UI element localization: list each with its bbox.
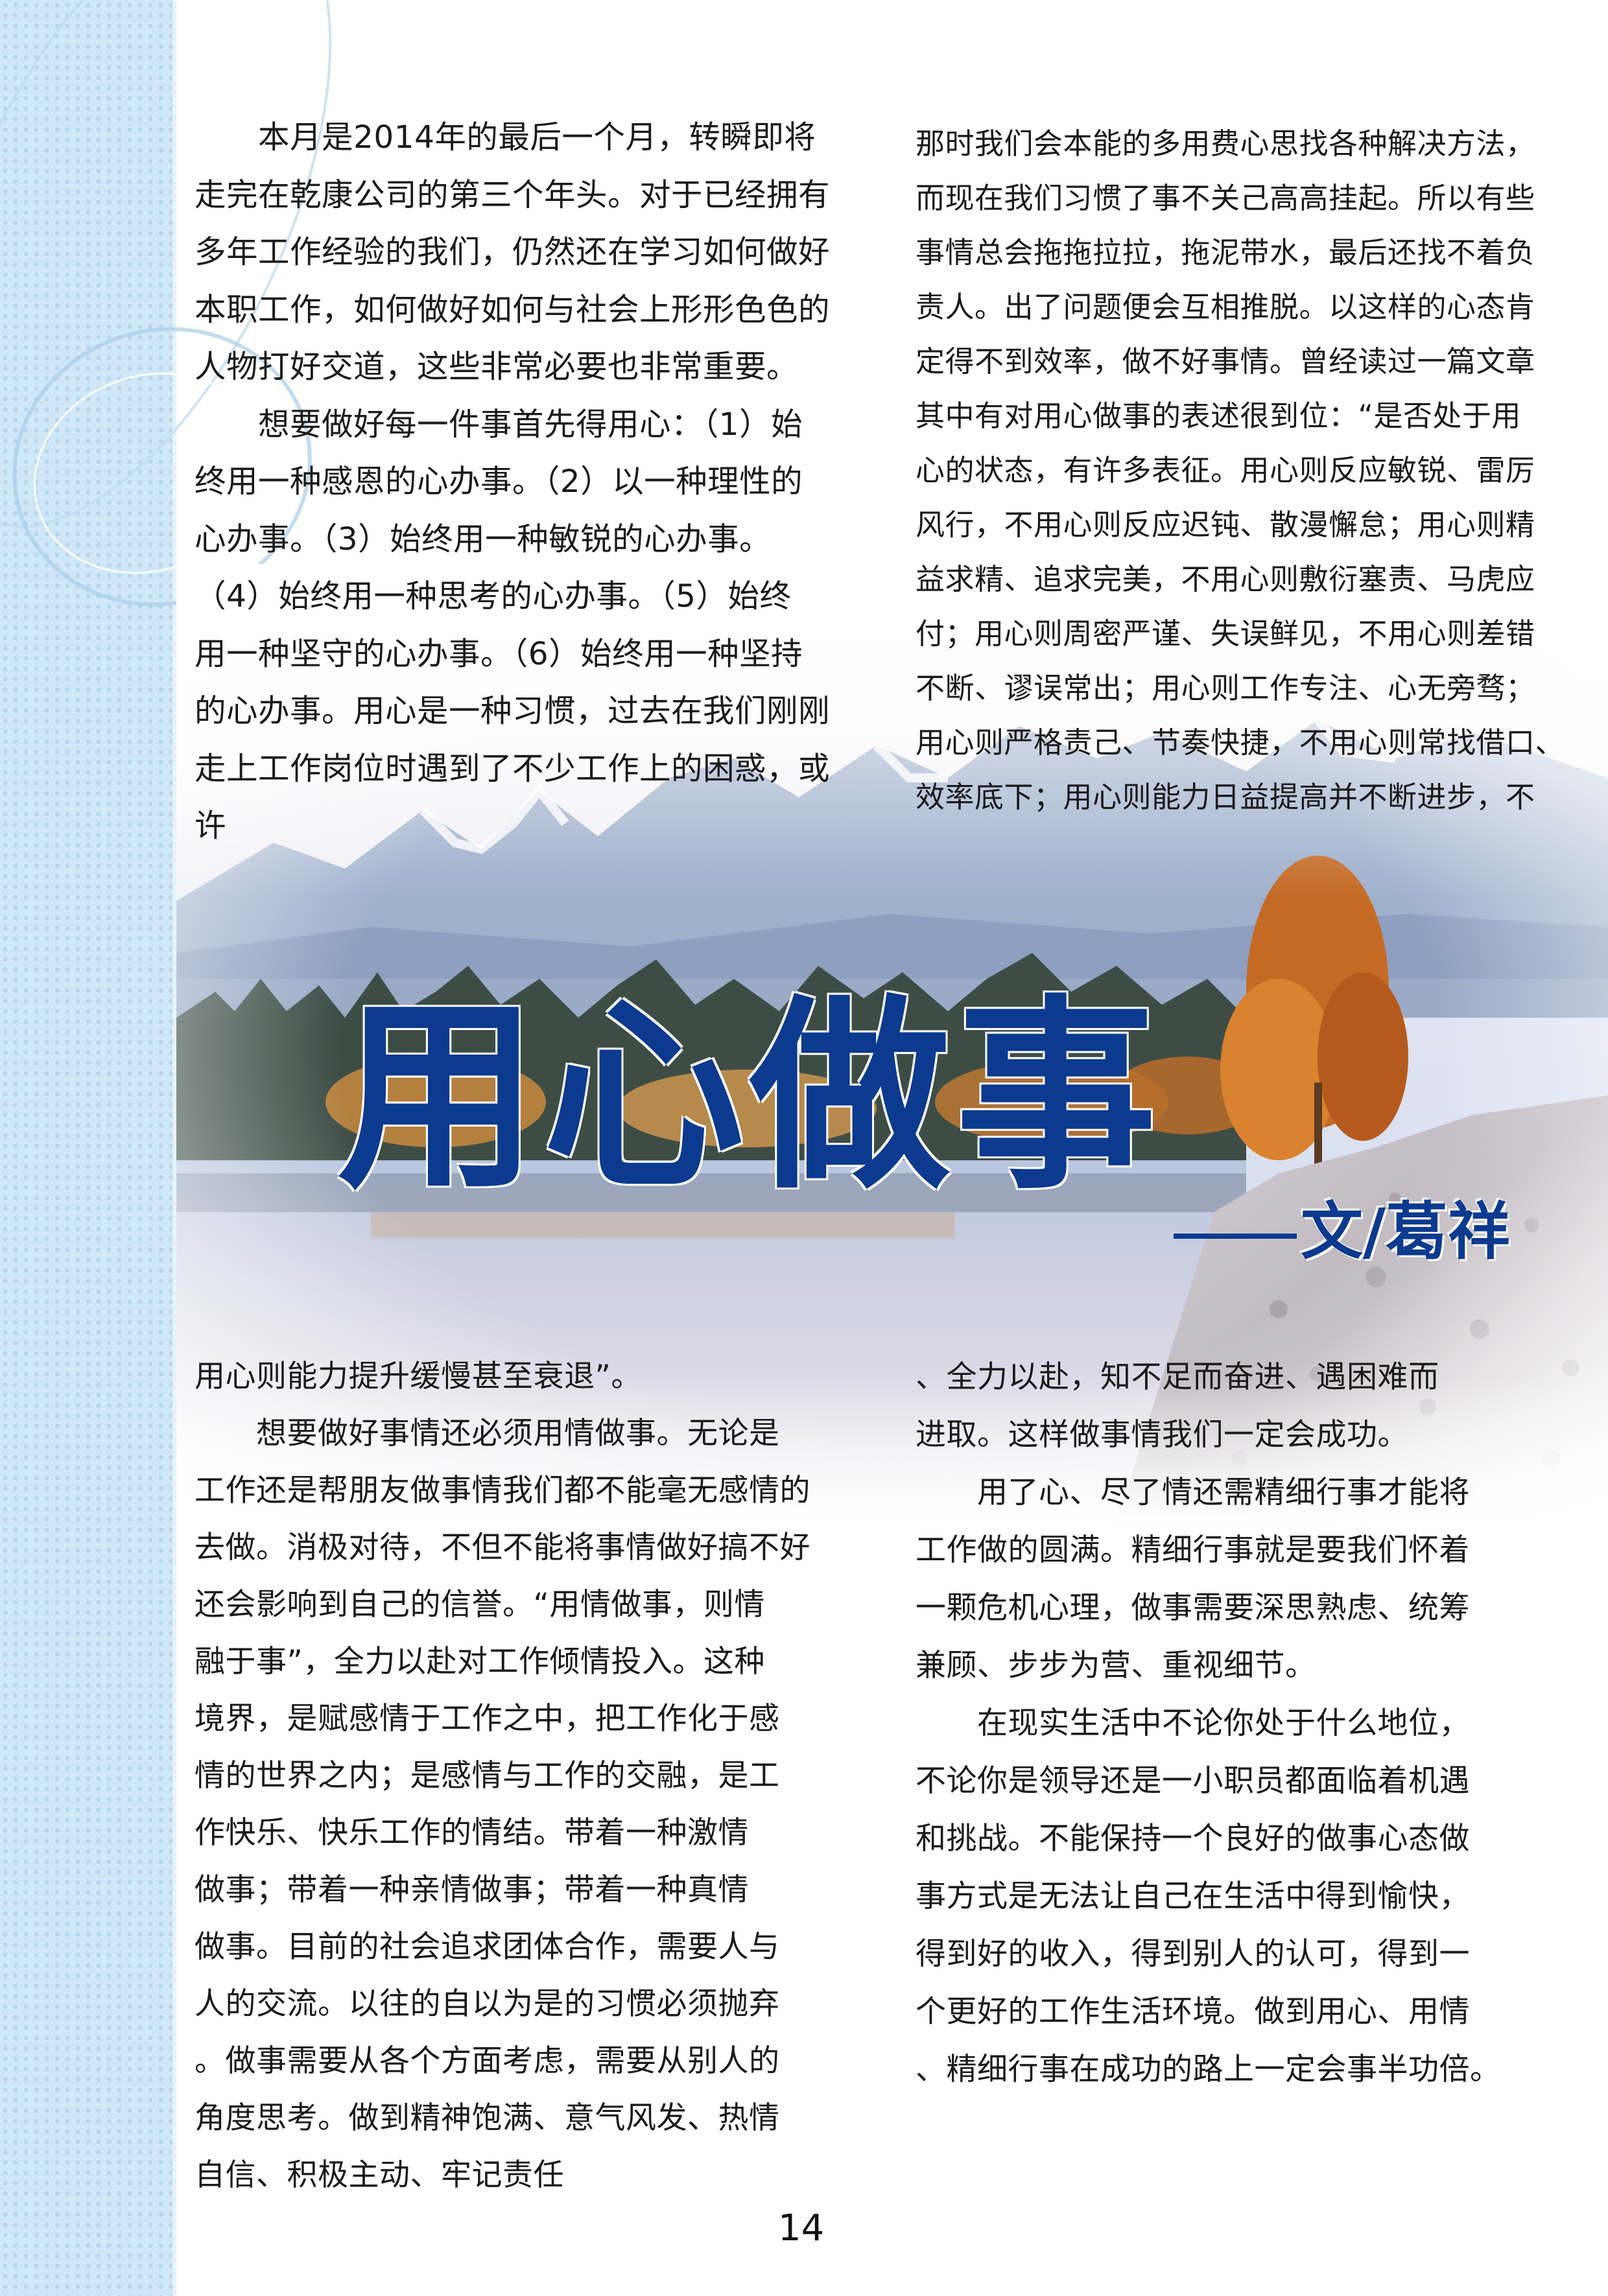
right-column-bottom-text: 、全力以赴，知不足而奋进、遇困难而 进取。这样做事情我们一定会成功。 用了心、尽了…: [916, 1348, 1551, 2098]
text-line: 走上工作岗位时遇到了不少工作上的困惑，或: [195, 750, 831, 787]
text-line: 许: [195, 808, 227, 844]
left-column-top-text: 本月是2014年的最后一个月，转瞬即将 走完在乾康公司的第三个年头。对于已经拥有多…: [195, 109, 849, 855]
text-line: 事情总会拖拖拉拉，拖泥带水，最后还找不着负: [916, 235, 1535, 270]
article-title: 用心做事: [337, 978, 1162, 1217]
text-line: 得到好的收入，得到别人的认可，得到一: [916, 1936, 1470, 1972]
text-line: （4）始终用一种思考的心办事。（5）始终: [195, 578, 792, 615]
text-line: 工作还是帮朋友做事情我们都不能毫无感情的: [195, 1473, 810, 1508]
text-line: 去做。消极对待，不但不能将事情做好搞不好: [195, 1530, 810, 1565]
text-line: 走完在乾康公司的第三个年头。对于已经拥有: [195, 176, 831, 213]
text-line: 责人。出了问题便会互相推脱。以这样的心态肯: [916, 290, 1535, 324]
text-line: 在现实生活中不论你处于什么地位，: [916, 1705, 1470, 1741]
text-line: 个更好的工作生活环境。做到用心、用情: [916, 1994, 1470, 2030]
page-number: 14: [778, 2207, 825, 2249]
text-line: 。做事需要从各个方面考虑，需要从别人的: [195, 2043, 780, 2079]
text-line: 一颗危机心理，做事需要深思熟虑、统筹: [916, 1590, 1470, 1626]
text-line: 想要做好每一件事首先得用心：（1）始: [195, 406, 803, 443]
text-line: 而现在我们习惯了事不关己高高挂起。所以有些: [916, 181, 1535, 215]
text-line: 用了心、尽了情还需精细行事才能将: [916, 1475, 1470, 1510]
text-line: 本职工作，如何做好如何与社会上形形色色的: [195, 291, 831, 328]
text-line: 情的世界之内；是感情与工作的交融，是工: [195, 1758, 780, 1794]
text-line: 付；用心则周密严谨、失误鲜见，不用心则差错: [916, 616, 1535, 651]
text-line: 进取。这样做事情我们一定会成功。: [916, 1417, 1408, 1453]
left-column-bottom-text: 用心则能力提升缓慢甚至衰退”。 想要做好事情还必须用情做事。无论是 工作还是帮朋友…: [195, 1348, 849, 2204]
text-line: 和挑战。不能保持一个良好的做事心态做: [916, 1821, 1470, 1857]
text-line: 兼顾、步步为营、重视细节。: [916, 1648, 1316, 1683]
text-line: 不断、谬误常出；用心则工作专注、心无旁骛；: [916, 671, 1535, 705]
text-line: 、精细行事在成功的路上一定会事半功倍。: [916, 2052, 1501, 2087]
text-line: 用心则能力提升缓慢甚至衰退”。: [195, 1359, 642, 1394]
byline-text: 文/葛祥: [1301, 1195, 1511, 1268]
text-line: 做事；带着一种亲情做事；带着一种真情: [195, 1872, 749, 1908]
text-line: 用心则严格责己、节奏快捷，不用心则常找借口、: [916, 725, 1565, 760]
right-column-top-text: 那时我们会本能的多用费心思找各种解决方法， 而现在我们习惯了事不关己高高挂起。所以…: [916, 117, 1565, 825]
text-line: 心的状态，有许多表征。用心则反应敏锐、雷厉: [916, 453, 1535, 487]
text-line: 益求精、追求完美，不用心则敷衍塞责、马虎应: [916, 562, 1535, 596]
text-line: 角度思考。做到精神饱满、意气风发、热情: [195, 2100, 780, 2136]
text-line: 做事。目前的社会追求团体合作，需要人与: [195, 1929, 780, 1965]
text-line: 多年工作经验的我们，仍然还在学习如何做好: [195, 234, 831, 270]
text-line: 的心办事。用心是一种习惯，过去在我们刚刚: [195, 693, 831, 729]
text-line: 想要做好事情还必须用情做事。无论是: [195, 1416, 780, 1451]
text-line: 人物打好交道，这些非常必要也非常重要。: [195, 349, 799, 385]
text-line: 境界，是赋感情于工作之中，把工作化于感: [195, 1701, 780, 1737]
text-line: 融于事”，全力以赴对工作倾情投入。这种: [195, 1644, 765, 1680]
text-line: 终用一种感恩的心办事。（2）以一种理性的: [195, 463, 803, 500]
text-line: 人的交流。以往的自以为是的习惯必须抛弃: [195, 1986, 780, 2022]
text-line: 定得不到效率，做不好事情。曾经读过一篇文章: [916, 344, 1535, 379]
text-line: 效率底下；用心则能力日益提高并不断进步，不: [916, 780, 1535, 814]
text-line: 风行，不用心则反应迟钝、散漫懈怠；用心则精: [916, 508, 1535, 542]
article-byline: 文/葛祥: [1174, 1181, 1510, 1271]
text-line: 作快乐、快乐工作的情结。带着一种激情: [195, 1815, 749, 1851]
text-line: 自信、积极主动、牢记责任: [195, 2157, 564, 2193]
text-line: 其中有对用心做事的表述很到位：“是否处于用: [916, 399, 1521, 433]
text-line: 事方式是无法让自己在生活中得到愉快，: [916, 1879, 1470, 1914]
text-line: 用一种坚守的心办事。（6）始终用一种坚持: [195, 635, 803, 672]
text-line: 、全力以赴，知不足而奋进、遇困难而: [916, 1359, 1439, 1395]
text-line: 那时我们会本能的多用费心思找各种解决方法，: [916, 126, 1535, 161]
text-line: 工作做的圆满。精细行事就是要我们怀着: [916, 1532, 1470, 1568]
text-line: 还会影响到自己的信誉。“用情做事，则情: [195, 1587, 765, 1622]
text-line: 不论你是领导还是一小职员都面临着机遇: [916, 1763, 1470, 1799]
text-line: 本月是2014年的最后一个月，转瞬即将: [195, 119, 816, 156]
text-line: 心办事。（3）始终用一种敏锐的心办事。: [195, 521, 772, 557]
byline-dash: [1174, 1233, 1297, 1239]
